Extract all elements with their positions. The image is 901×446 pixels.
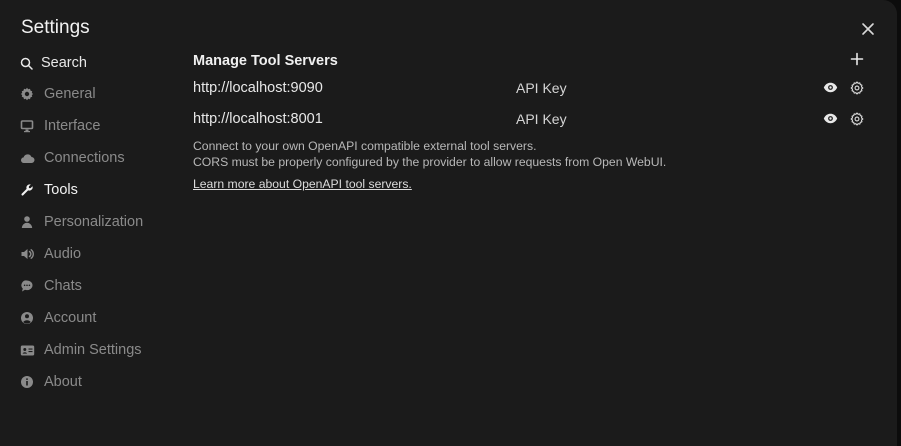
close-icon [862,23,874,35]
eye-icon [823,113,837,124]
sidebar-item-label: Account [44,310,97,326]
sidebar-item-label: Audio [44,246,82,262]
server-url: http://localhost:9090 [193,79,323,96]
api-key-label: API Key [516,110,567,127]
description: Connect to your own OpenAPI compatible e… [193,138,873,170]
add-server-button[interactable] [850,52,866,68]
settings-modal: Settings Search General Interface Connec… [0,0,897,446]
info-icon [19,374,35,390]
monitor-icon [19,118,35,134]
server-row: http://localhost:8001 API Key [193,103,873,134]
sidebar-item-label: Connections [44,150,125,166]
sidebar-item-label: Chats [44,278,82,294]
chat-bubble-icon [19,278,35,294]
server-settings-button[interactable] [849,80,865,96]
id-card-icon [19,342,35,358]
cloud-icon [19,150,35,166]
sidebar-item-label: Personalization [44,214,144,230]
sidebar-item-admin-settings[interactable]: Admin Settings [19,334,184,366]
wrench-icon [19,182,35,198]
plus-icon [850,52,864,66]
sidebar-item-label: General [44,86,96,102]
close-button[interactable] [858,19,878,39]
sidebar-item-about[interactable]: About [19,366,184,398]
sidebar-item-label: Tools [44,182,78,198]
sidebar-search-label: Search [41,55,87,71]
account-circle-icon [19,310,35,326]
api-key-label: API Key [516,79,567,96]
eye-icon [823,82,837,93]
description-line: Connect to your own OpenAPI compatible e… [193,139,537,153]
speaker-icon [19,246,35,262]
sidebar-item-account[interactable]: Account [19,302,184,334]
server-url: http://localhost:8001 [193,110,323,127]
sidebar: Search General Interface Connections Too [19,48,184,398]
cog-icon [850,111,864,126]
learn-more-link[interactable]: Learn more about OpenAPI tool servers. [193,177,412,191]
sidebar-item-personalization[interactable]: Personalization [19,206,184,238]
description-line: CORS must be properly configured by the … [193,155,667,169]
sidebar-item-chats[interactable]: Chats [19,270,184,302]
server-row: http://localhost:9090 API Key [193,72,873,103]
server-settings-button[interactable] [849,111,865,127]
section-title: Manage Tool Servers [193,53,338,69]
sidebar-item-label: Admin Settings [44,342,142,358]
sidebar-item-general[interactable]: General [19,78,184,110]
sidebar-search[interactable]: Search [19,48,184,78]
user-icon [19,214,35,230]
cog-icon [850,80,864,95]
modal-title: Settings [21,17,90,38]
sidebar-item-audio[interactable]: Audio [19,238,184,270]
sidebar-item-label: About [44,374,82,390]
sidebar-item-tools[interactable]: Tools [19,174,184,206]
toggle-visibility-button[interactable] [822,80,838,96]
toggle-visibility-button[interactable] [822,111,838,127]
tools-panel: Manage Tool Servers http://localhost:909… [193,50,873,193]
sidebar-item-interface[interactable]: Interface [19,110,184,142]
sidebar-item-label: Interface [44,118,101,134]
sidebar-item-connections[interactable]: Connections [19,142,184,174]
search-icon [19,55,33,71]
gear-icon [19,86,35,102]
